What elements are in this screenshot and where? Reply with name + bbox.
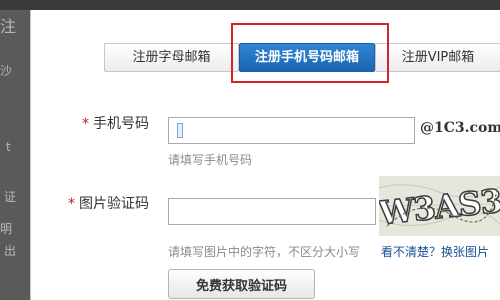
input-cursor-icon [177, 123, 183, 138]
send-verification-code-button[interactable]: 免费获取验证码 [168, 269, 315, 299]
background-text: 注 [0, 17, 17, 36]
background-text: 证 [4, 190, 17, 204]
background-topbar [0, 0, 500, 10]
captcha-hint: 请填写图片中的字符，不区分大小写 [168, 245, 361, 259]
background-text: 沙 [0, 64, 13, 78]
captcha-image-icon: W3AS3 [379, 176, 500, 236]
tab-vip-mailbox[interactable]: 注册VIP邮箱 [375, 43, 500, 72]
phone-label-text: 手机号码 [93, 116, 149, 132]
background-text: 明 [0, 222, 13, 236]
required-mark: * [82, 116, 89, 132]
background-text: t [6, 140, 11, 154]
captcha-input[interactable] [168, 198, 376, 225]
captcha-field-label: * 图片验证码 [64, 194, 149, 214]
phone-hint: 请填写手机号码 [168, 153, 253, 167]
tab-mobile-mailbox[interactable]: 注册手机号码邮箱 [239, 43, 375, 72]
tab-alphabet-mailbox[interactable]: 注册字母邮箱 [104, 43, 239, 72]
mail-domain-suffix: @1C3.com [420, 120, 500, 136]
captcha-image[interactable]: W3AS3 [379, 176, 500, 236]
refresh-captcha-link[interactable]: 看不清楚？换张图片 [381, 243, 489, 260]
registration-dialog: 注册字母邮箱 注册手机号码邮箱 注册VIP邮箱 * 手机号码 @1C3.com 请… [30, 10, 500, 300]
phone-number-input[interactable] [168, 117, 415, 144]
background-text: 出 [4, 244, 17, 258]
required-mark: * [68, 196, 75, 212]
phone-field-label: * 手机号码 [79, 114, 149, 134]
captcha-label-text: 图片验证码 [79, 196, 149, 212]
